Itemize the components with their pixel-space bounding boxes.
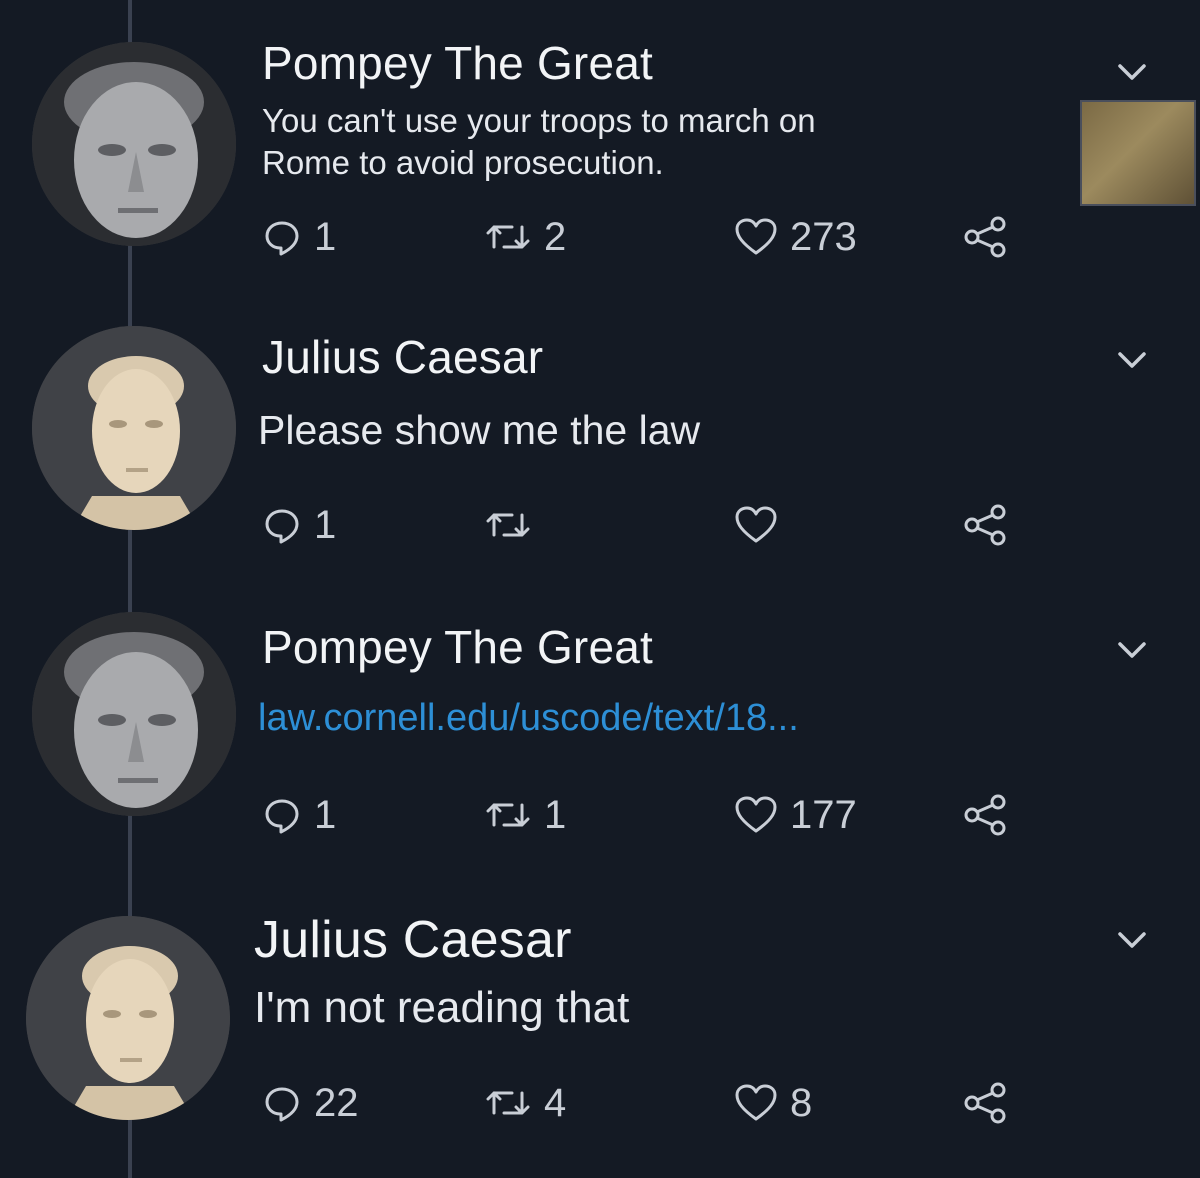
share-button[interactable] <box>962 212 1008 262</box>
avatar-caesar[interactable] <box>26 916 230 1120</box>
tweet-actions: 22 4 8 <box>262 1078 1042 1128</box>
media-thumbnail[interactable] <box>1080 100 1196 206</box>
retweet-icon <box>486 225 530 249</box>
speech-bubble-icon <box>265 799 299 834</box>
retweet-count: 1 <box>544 792 567 837</box>
retweet-icon <box>486 1091 530 1115</box>
retweet-button[interactable]: 1 <box>484 790 566 840</box>
bust-portrait-caesar <box>32 326 236 530</box>
reply-button[interactable]: 22 <box>262 1078 359 1128</box>
tweet-text: Please show me the law <box>258 407 701 453</box>
retweet-button[interactable] <box>484 500 544 550</box>
speech-bubble-icon <box>265 221 299 256</box>
heart-icon <box>735 218 777 255</box>
avatar-caesar[interactable] <box>32 326 236 530</box>
chevron-down-icon[interactable] <box>1112 52 1152 92</box>
tweet-text: You can't use your troops to march on Ro… <box>262 102 816 182</box>
chevron-down-icon[interactable] <box>1112 920 1152 960</box>
avatar-pompey[interactable] <box>32 42 236 246</box>
reply-count: 1 <box>314 214 337 259</box>
retweet-button[interactable]: 2 <box>484 212 566 262</box>
retweet-icon <box>486 513 530 537</box>
share-button[interactable] <box>962 790 1008 840</box>
retweet-count: 4 <box>544 1080 567 1125</box>
like-button[interactable]: 8 <box>734 1078 812 1128</box>
like-button[interactable] <box>734 500 790 550</box>
tweet-thread: Pompey The Great You can't use your troo… <box>0 0 1200 1178</box>
share-icon <box>964 216 1006 258</box>
reply-count: 1 <box>314 502 337 547</box>
like-count: 273 <box>790 214 857 259</box>
heart-icon <box>735 1084 777 1121</box>
tweet-actions: 1 1 177 <box>262 790 1042 840</box>
share-icon <box>964 1082 1006 1124</box>
author-name[interactable]: Julius Caesar <box>254 910 572 970</box>
reply-count: 1 <box>314 792 337 837</box>
share-icon <box>964 794 1006 836</box>
retweet-icon <box>486 803 530 827</box>
author-name[interactable]: Pompey The Great <box>262 620 653 674</box>
bust-portrait-pompey <box>32 42 236 246</box>
speech-bubble-icon <box>265 1087 299 1122</box>
share-button[interactable] <box>962 500 1008 550</box>
chevron-down-icon[interactable] <box>1112 630 1152 670</box>
bust-portrait-pompey <box>32 612 236 816</box>
tweet-actions: 1 2 273 <box>262 212 1042 262</box>
reply-button[interactable]: 1 <box>262 212 336 262</box>
heart-icon <box>735 506 777 543</box>
like-count: 8 <box>790 1080 813 1125</box>
author-name[interactable]: Pompey The Great <box>262 36 653 90</box>
share-icon <box>964 504 1006 546</box>
retweet-count: 2 <box>544 214 567 259</box>
tweet-actions: 1 <box>262 500 1042 550</box>
reply-count: 22 <box>314 1080 359 1125</box>
avatar-pompey[interactable] <box>32 612 236 816</box>
retweet-button[interactable]: 4 <box>484 1078 566 1128</box>
like-button[interactable]: 177 <box>734 790 857 840</box>
like-count: 177 <box>790 792 857 837</box>
reply-button[interactable]: 1 <box>262 500 336 550</box>
author-name[interactable]: Julius Caesar <box>262 330 543 384</box>
speech-bubble-icon <box>265 509 299 544</box>
share-button[interactable] <box>962 1078 1008 1128</box>
chevron-down-icon[interactable] <box>1112 340 1152 380</box>
like-button[interactable]: 273 <box>734 212 857 262</box>
heart-icon <box>735 796 777 833</box>
tweet-text: I'm not reading that <box>254 983 630 1032</box>
bust-portrait-caesar <box>26 916 230 1120</box>
tweet-link[interactable]: law.cornell.edu/uscode/text/18... <box>258 694 799 743</box>
reply-button[interactable]: 1 <box>262 790 336 840</box>
